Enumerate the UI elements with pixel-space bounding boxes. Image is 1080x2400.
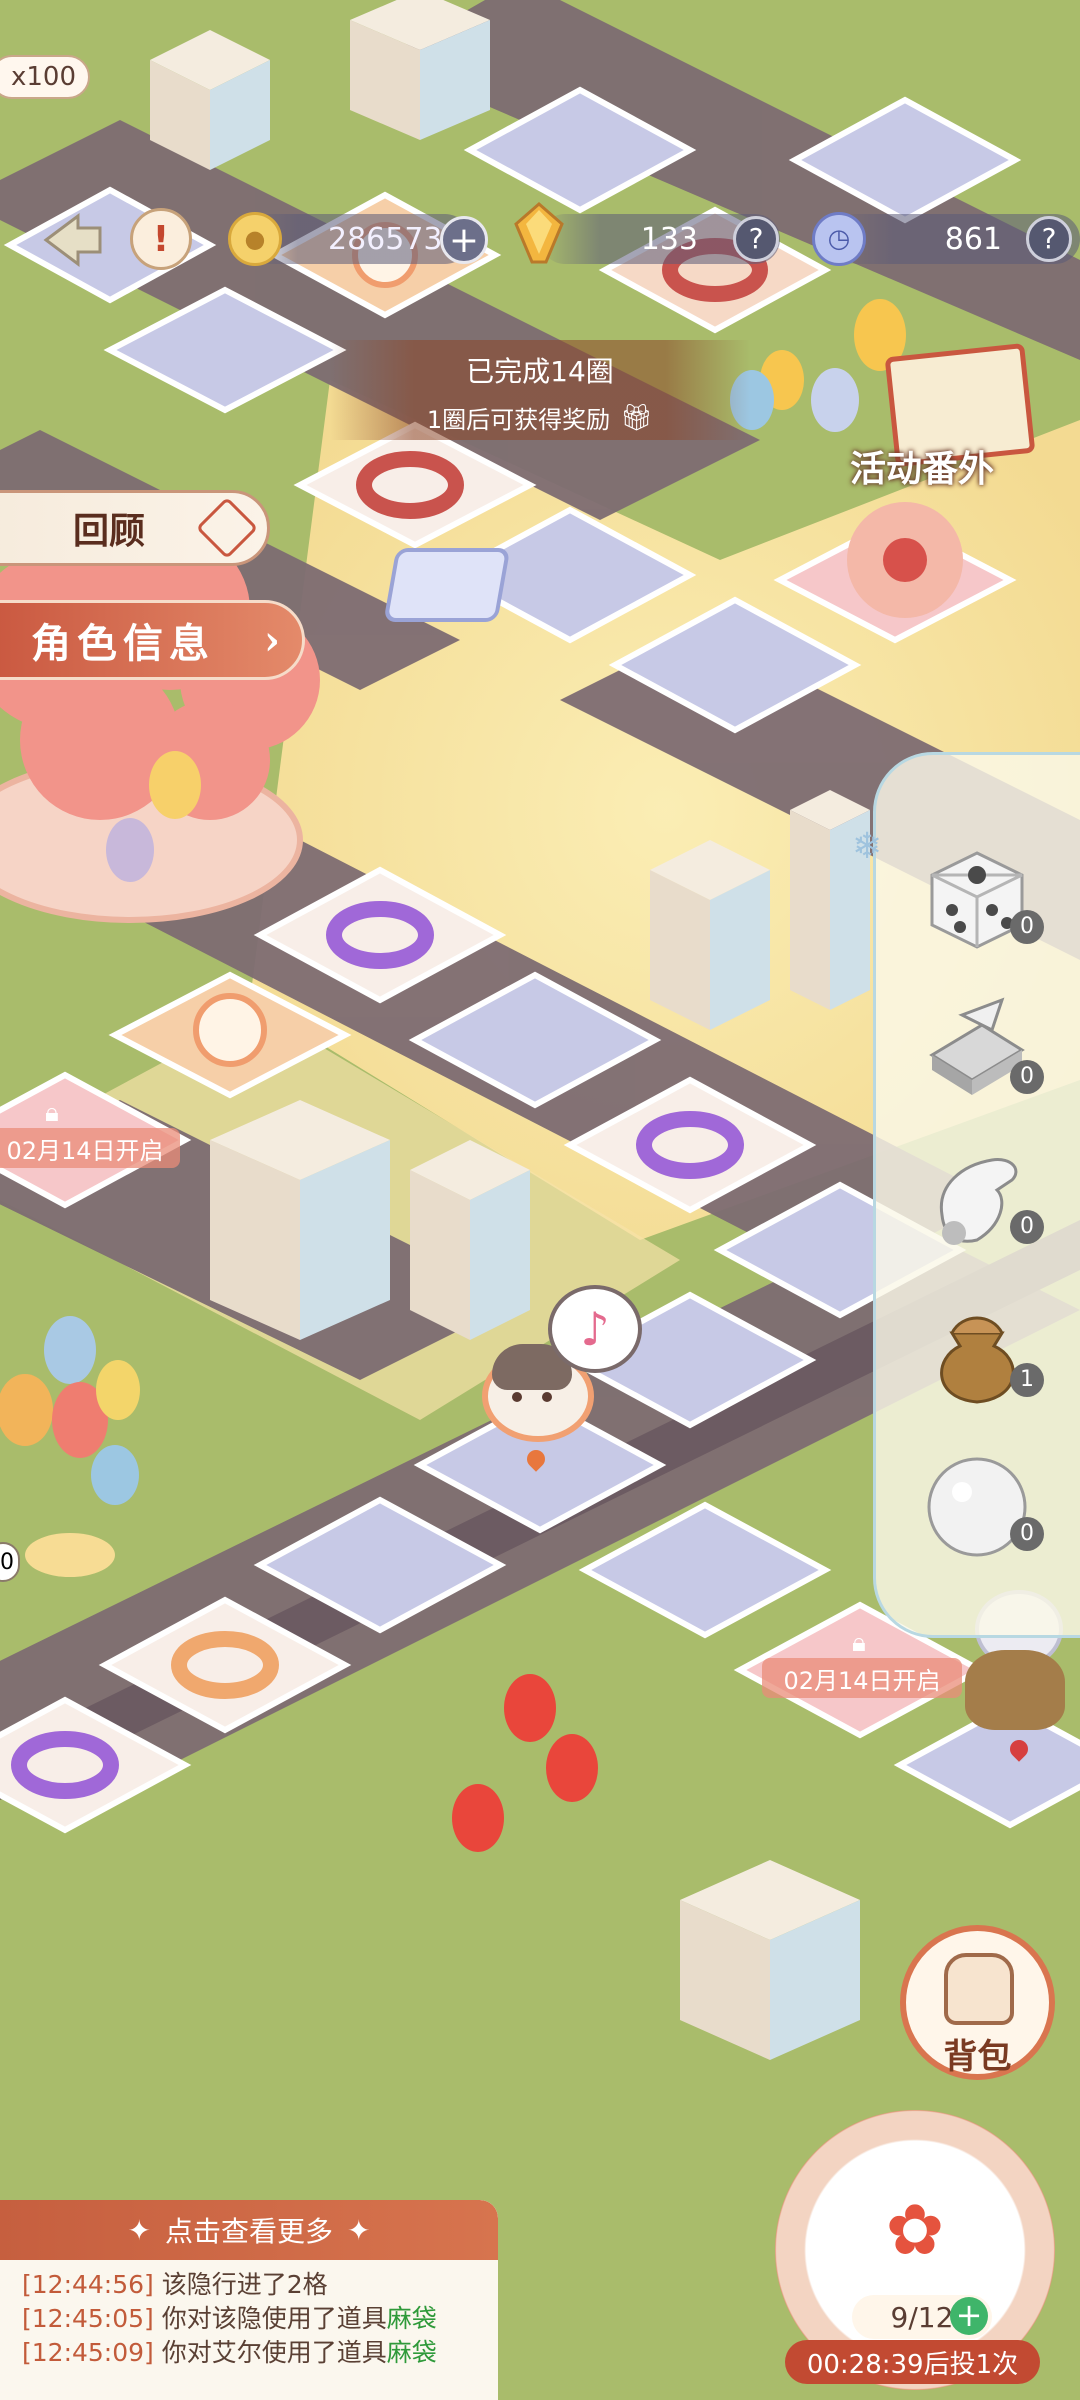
backpack-label: 背包 <box>943 2037 1012 2077</box>
ticket-badge: x100 <box>0 55 90 99</box>
coin-icon: ● <box>228 212 282 266</box>
locked-tile-label: 🔒︎ 02月14日开启 <box>762 1628 962 1698</box>
roll-counter: 9/12 <box>890 2300 954 2334</box>
glove-count: 0 <box>1010 1210 1044 1244</box>
sparkle-icon: ✦ <box>127 2213 151 2247</box>
review-button[interactable]: 回顾 <box>0 490 270 566</box>
lock-icon: 🔒︎ <box>852 1628 866 1658</box>
gem-help-button[interactable]: ? <box>733 216 779 262</box>
laps-completed-text: 已完成14圈 <box>466 355 614 388</box>
lap-progress-banner: 已完成14圈 1圈后可获得奖励 🎁︎ <box>330 340 750 440</box>
event-extra-button[interactable]: 活动番外 <box>830 340 1040 500</box>
add-coins-button[interactable]: + <box>440 216 488 264</box>
log-entry: [12:44:56] 该隐行进了2格 <box>22 2270 328 2299</box>
sack-count: 1 <box>1010 1363 1044 1397</box>
arrow-tile-count: 0 <box>1010 1060 1044 1094</box>
roll-timer-pill: 00:28:39后投1次 <box>785 2340 1040 2384</box>
backpack-icon <box>944 1953 1014 2025</box>
snowball-count: 0 <box>1010 1517 1044 1551</box>
character-info-arrow-icon: › <box>264 616 280 664</box>
stamina-amount: 861 <box>944 221 1002 257</box>
event-extra-label: 活动番外 <box>850 448 995 490</box>
snowflake-icon: ❄ <box>852 826 883 867</box>
review-label: 回顾 <box>73 510 146 552</box>
dice-count: 0 <box>1010 910 1044 944</box>
character-info-button[interactable]: 角色信息 › <box>0 600 305 680</box>
roll-timer: 00:28:39后投1次 <box>806 2349 1019 2380</box>
plus-icon: + <box>955 2296 983 2334</box>
gem-amount: 133 <box>640 221 698 257</box>
reward-hint-text: 1圈后可获得奖励 <box>426 406 611 434</box>
alert-button[interactable]: ! <box>130 208 192 270</box>
ticket-count: x100 <box>10 62 76 92</box>
log-header[interactable]: ✦ 点击查看更多 ✦ <box>0 2200 498 2260</box>
log-entry: [12:45:05] 你对该隐使用了道具麻袋 <box>22 2304 437 2333</box>
log-entry: [12:45:09] 你对艾尔使用了道具麻袋 <box>22 2338 437 2367</box>
log-header-label: 点击查看更多 <box>164 2215 333 2248</box>
stamina-clock-icon: ◷ <box>812 212 866 266</box>
event-log[interactable]: ✦ 点击查看更多 ✦ [12:44:56] 该隐行进了2格 [12:45:05]… <box>0 2200 498 2400</box>
music-note-bubble-icon: ♪ <box>548 1285 642 1373</box>
sparkle-icon: ✦ <box>347 2213 371 2247</box>
coin-amount: 286573 <box>328 221 443 257</box>
locked-tile-label: 🔒︎ 02月14日开启 <box>0 1098 180 1168</box>
flower-icon: ✿ <box>885 2189 945 2271</box>
stamina-help-button[interactable]: ? <box>1026 216 1072 262</box>
back-arrow-icon <box>43 213 102 267</box>
gem-icon <box>512 202 566 264</box>
back-button[interactable] <box>38 210 108 270</box>
alert-icon: ! <box>152 218 170 260</box>
gift-icon: 🎁︎ <box>620 402 654 433</box>
character-info-label: 角色信息 <box>31 620 215 667</box>
add-roll-button[interactable]: + <box>950 2297 988 2335</box>
backpack-button[interactable]: 背包 <box>900 1925 1055 2080</box>
review-arrow-icon <box>195 496 259 560</box>
lock-icon: 🔒︎ <box>45 1098 59 1128</box>
